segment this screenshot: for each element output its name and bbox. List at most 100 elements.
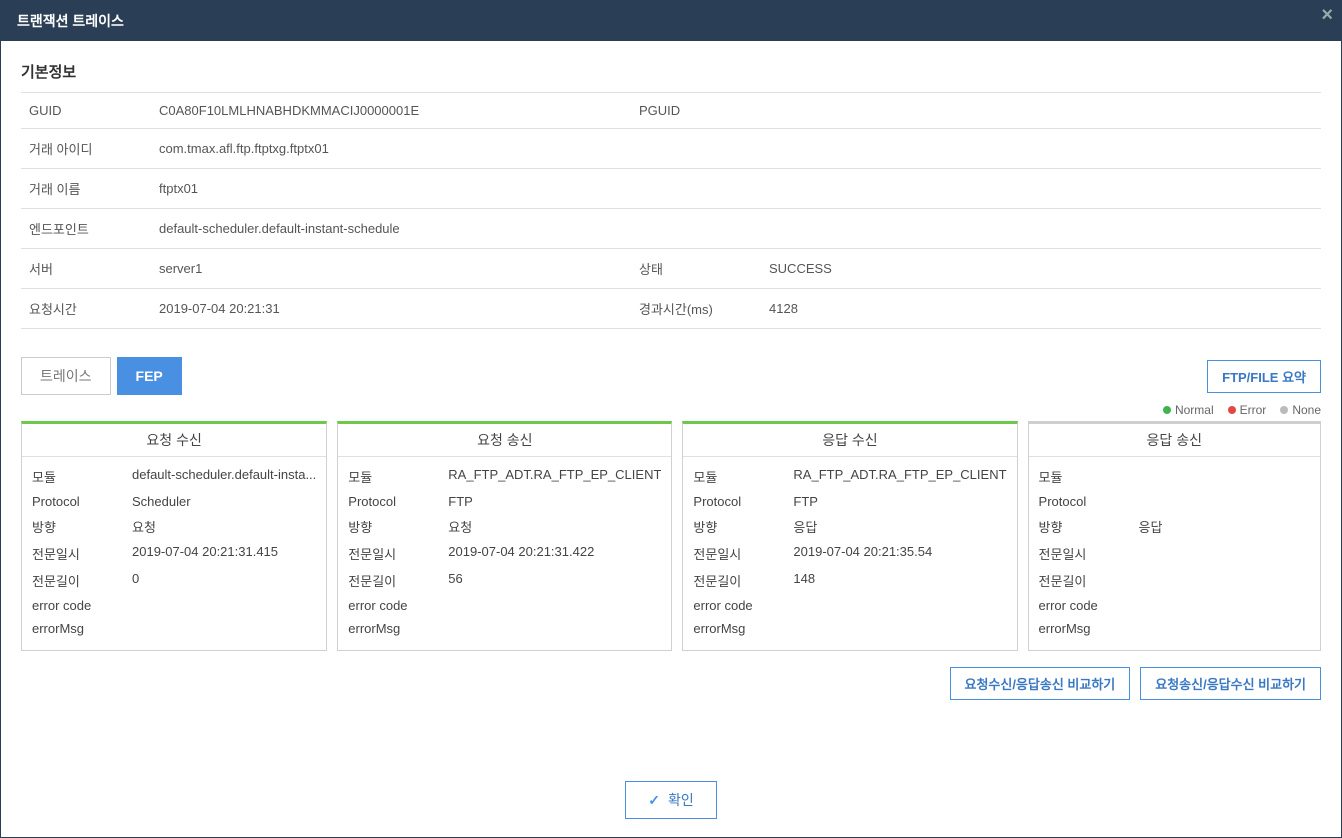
card-field-value [132, 621, 316, 636]
card-row-module: 모듈default-scheduler.default-insta... [32, 463, 316, 490]
pguid-value [761, 93, 1321, 129]
card-row-length: 전문길이56 [348, 567, 661, 594]
card-row-error-msg: errorMsg [693, 617, 1006, 640]
card-title: 응답 송신 [1029, 424, 1320, 457]
card-field-label: Protocol [32, 494, 132, 509]
card-field-value [793, 598, 1006, 613]
card-row-direction: 방향응답 [693, 513, 1006, 540]
card-field-label: error code [693, 598, 793, 613]
server-label: 서버 [21, 249, 151, 289]
status-label: 상태 [631, 249, 761, 289]
card-row-length: 전문길이0 [32, 567, 316, 594]
card-row-protocol: ProtocolScheduler [32, 490, 316, 513]
card-field-label: errorMsg [1039, 621, 1139, 636]
card-field-label: errorMsg [693, 621, 793, 636]
card-row-timestamp: 전문일시2019-07-04 20:21:31.415 [32, 540, 316, 567]
message-card[interactable]: 요청 수신모듈default-scheduler.default-insta..… [21, 421, 327, 651]
card-row-error-msg: errorMsg [1039, 617, 1310, 640]
card-field-value [448, 621, 661, 636]
card-title: 요청 수신 [22, 424, 326, 457]
reqtime-value: 2019-07-04 20:21:31 [151, 289, 631, 329]
card-row-error-msg: errorMsg [32, 617, 316, 640]
tabs: 트레이스 FEP [21, 357, 182, 395]
txn-id-value: com.tmax.afl.ftp.ftptxg.ftptx01 [151, 129, 1321, 169]
txn-id-label: 거래 아이디 [21, 129, 151, 169]
card-field-value [448, 598, 661, 613]
card-field-value [1139, 494, 1310, 509]
card-row-timestamp: 전문일시 [1039, 540, 1310, 567]
card-field-label: 전문일시 [1039, 544, 1139, 563]
card-field-value: RA_FTP_ADT.RA_FTP_EP_CLIENT [793, 467, 1006, 486]
card-field-value: 응답 [793, 517, 1006, 536]
card-field-label: 모듈 [32, 467, 132, 486]
elapsed-value: 4128 [761, 289, 1321, 329]
card-field-value: 요청 [132, 517, 316, 536]
card-field-value [1139, 598, 1310, 613]
card-title: 응답 수신 [683, 424, 1016, 457]
card-field-label: Protocol [348, 494, 448, 509]
dot-gray-icon [1280, 406, 1288, 414]
message-card[interactable]: 요청 송신모듈RA_FTP_ADT.RA_FTP_EP_CLIENTProtoc… [337, 421, 672, 651]
compare-req-send-resp-recv-button[interactable]: 요청송신/응답수신 비교하기 [1140, 667, 1321, 700]
confirm-button-label: 확인 [668, 790, 694, 810]
close-icon[interactable]: × [1321, 5, 1333, 25]
card-body: 모듈default-scheduler.default-insta...Prot… [22, 457, 326, 650]
tab-row: 트레이스 FEP FTP/FILE 요약 [21, 357, 1321, 395]
card-field-label: 전문길이 [348, 571, 448, 590]
card-field-label: Protocol [693, 494, 793, 509]
card-field-value: FTP [448, 494, 661, 509]
card-row-error-code: error code [348, 594, 661, 617]
card-field-value [793, 621, 1006, 636]
card-field-label: 전문길이 [1039, 571, 1139, 590]
guid-label: GUID [21, 93, 151, 129]
card-field-label: errorMsg [32, 621, 132, 636]
card-field-value: 2019-07-04 20:21:31.415 [132, 544, 316, 563]
modal-title: 트랜잭션 트레이스 [17, 11, 124, 31]
card-body: 모듈RA_FTP_ADT.RA_FTP_EP_CLIENTProtocolFTP… [683, 457, 1016, 650]
card-body: 모듈Protocol방향응답전문일시전문길이error codeerrorMsg [1029, 457, 1320, 650]
pguid-label: PGUID [631, 93, 761, 129]
endpoint-value: default-scheduler.default-instant-schedu… [151, 209, 1321, 249]
card-row-module: 모듈RA_FTP_ADT.RA_FTP_EP_CLIENT [348, 463, 661, 490]
card-field-value: 56 [448, 571, 661, 590]
card-row-length: 전문길이 [1039, 567, 1310, 594]
tab-fep[interactable]: FEP [117, 357, 182, 395]
card-field-value: 148 [793, 571, 1006, 590]
card-row-protocol: ProtocolFTP [348, 490, 661, 513]
card-row-error-code: error code [32, 594, 316, 617]
endpoint-label: 엔드포인트 [21, 209, 151, 249]
card-field-value: 2019-07-04 20:21:35.54 [793, 544, 1006, 563]
txn-name-label: 거래 이름 [21, 169, 151, 209]
compare-req-recv-resp-send-button[interactable]: 요청수신/응답송신 비교하기 [950, 667, 1131, 700]
status-value: SUCCESS [761, 249, 1321, 289]
guid-value: C0A80F10LMLHNABHDKMMACIJ0000001E [151, 93, 631, 129]
card-field-value [1139, 621, 1310, 636]
confirm-button[interactable]: ✓ 확인 [625, 781, 717, 819]
card-row-protocol: ProtocolFTP [693, 490, 1006, 513]
card-row-direction: 방향응답 [1039, 513, 1310, 540]
card-row-protocol: Protocol [1039, 490, 1310, 513]
check-icon: ✓ [648, 792, 660, 809]
card-field-label: 전문일시 [693, 544, 793, 563]
card-field-label: 방향 [32, 517, 132, 536]
card-field-value [132, 598, 316, 613]
card-row-error-code: error code [693, 594, 1006, 617]
dot-red-icon [1228, 406, 1236, 414]
ftp-file-summary-button[interactable]: FTP/FILE 요약 [1207, 360, 1321, 393]
card-field-label: 방향 [348, 517, 448, 536]
card-field-label: error code [32, 598, 132, 613]
card-field-value [1139, 544, 1310, 563]
modal-footer: ✓ 확인 [1, 763, 1341, 837]
message-card[interactable]: 응답 송신모듈Protocol방향응답전문일시전문길이error codeerr… [1028, 421, 1321, 651]
message-card[interactable]: 응답 수신모듈RA_FTP_ADT.RA_FTP_EP_CLIENTProtoc… [682, 421, 1017, 651]
card-field-value [1139, 467, 1310, 486]
legend: Normal Error None [21, 403, 1321, 417]
reqtime-label: 요청시간 [21, 289, 151, 329]
transaction-trace-modal: 트랜잭션 트레이스 × 기본정보 GUID C0A80F10LMLHNABHDK… [0, 0, 1342, 838]
tab-trace[interactable]: 트레이스 [21, 357, 111, 395]
card-field-label: 모듈 [348, 467, 448, 486]
card-body: 모듈RA_FTP_ADT.RA_FTP_EP_CLIENTProtocolFTP… [338, 457, 671, 650]
card-field-value [1139, 571, 1310, 590]
legend-none: None [1280, 403, 1321, 417]
card-row-error-code: error code [1039, 594, 1310, 617]
